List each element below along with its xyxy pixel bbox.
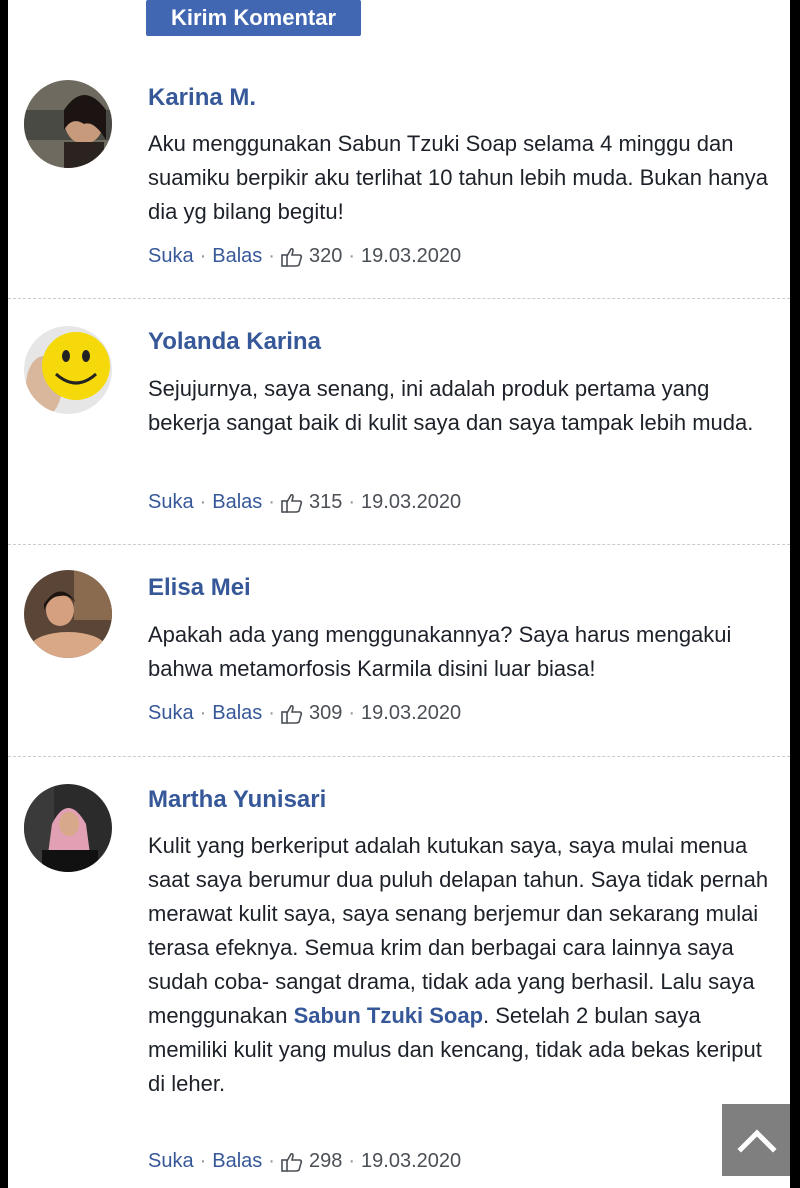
like-count: 320 bbox=[308, 245, 343, 267]
commenter-name[interactable]: Martha Yunisari bbox=[148, 786, 326, 814]
submit-comment-button[interactable]: Kirim Komentar bbox=[146, 0, 361, 36]
reply-link[interactable]: Balas bbox=[212, 702, 262, 725]
separator: · bbox=[348, 245, 356, 267]
separator: · bbox=[268, 702, 275, 724]
comment-divider bbox=[8, 544, 790, 545]
thumbs-up-icon bbox=[281, 1152, 303, 1172]
comment-meta: Suka · Balas · 320 · 19.03.2020 bbox=[148, 245, 461, 268]
comment-date: 19.03.2020 bbox=[361, 702, 462, 724]
product-link[interactable]: Sabun Tzuki Soap bbox=[294, 1003, 483, 1028]
like-link[interactable]: Suka bbox=[148, 1150, 194, 1173]
separator: · bbox=[348, 1150, 356, 1172]
reply-link[interactable]: Balas bbox=[212, 245, 262, 268]
comment-text: Aku menggunakan Sabun Tzuki Soap selama … bbox=[148, 131, 769, 224]
like-link[interactable]: Suka bbox=[148, 245, 194, 268]
commenter-name[interactable]: Karina M. bbox=[148, 84, 256, 112]
commenter-name[interactable]: Yolanda Karina bbox=[148, 328, 321, 356]
separator: · bbox=[268, 245, 275, 267]
thumbs-up-icon bbox=[281, 704, 303, 724]
avatar-elisa-mei[interactable] bbox=[24, 570, 112, 658]
comment-date: 19.03.2020 bbox=[361, 491, 462, 513]
like-count: 298 bbox=[308, 1150, 343, 1172]
commenter-name[interactable]: Elisa Mei bbox=[148, 574, 251, 602]
comment-divider bbox=[8, 756, 790, 757]
comment-date: 19.03.2020 bbox=[361, 245, 462, 267]
avatar-yolanda-karina[interactable] bbox=[24, 326, 112, 414]
comment-text: Apakah ada yang menggunakannya? Saya har… bbox=[148, 622, 732, 681]
chevron-up-icon bbox=[737, 1129, 777, 1153]
like-link[interactable]: Suka bbox=[148, 702, 194, 725]
comment-text-part: Kulit yang berkeriput adalah kutukan say… bbox=[148, 833, 769, 1028]
comment-date: 19.03.2020 bbox=[361, 1150, 462, 1172]
separator: · bbox=[199, 1150, 207, 1172]
separator: · bbox=[348, 702, 356, 724]
comment-meta: Suka · Balas · 315 · 19.03.2020 bbox=[148, 491, 461, 514]
avatar-karina-m[interactable] bbox=[24, 80, 112, 168]
comment-text: Sejujurnya, saya senang, ini adalah prod… bbox=[148, 376, 754, 435]
reply-link[interactable]: Balas bbox=[212, 1150, 262, 1173]
separator: · bbox=[199, 245, 207, 267]
separator: · bbox=[268, 1150, 275, 1172]
separator: · bbox=[199, 491, 207, 513]
reply-link[interactable]: Balas bbox=[212, 491, 262, 514]
comments-page: Kirim Komentar Karina M. Aku menggunakan… bbox=[8, 0, 790, 1188]
scroll-to-top-button[interactable] bbox=[722, 1104, 790, 1176]
comment-meta: Suka · Balas · 298 · 19.03.2020 bbox=[148, 1150, 461, 1173]
separator: · bbox=[268, 491, 275, 513]
comment-text: Kulit yang berkeriput adalah kutukan say… bbox=[148, 829, 778, 1101]
thumbs-up-icon bbox=[281, 247, 303, 267]
like-count: 309 bbox=[308, 702, 343, 724]
like-link[interactable]: Suka bbox=[148, 491, 194, 514]
comment-meta: Suka · Balas · 309 · 19.03.2020 bbox=[148, 702, 461, 725]
thumbs-up-icon bbox=[281, 493, 303, 513]
like-count: 315 bbox=[308, 491, 343, 513]
separator: · bbox=[199, 702, 207, 724]
avatar-martha-yunisari[interactable] bbox=[24, 784, 112, 872]
separator: · bbox=[348, 491, 356, 513]
comment-divider bbox=[8, 298, 790, 299]
